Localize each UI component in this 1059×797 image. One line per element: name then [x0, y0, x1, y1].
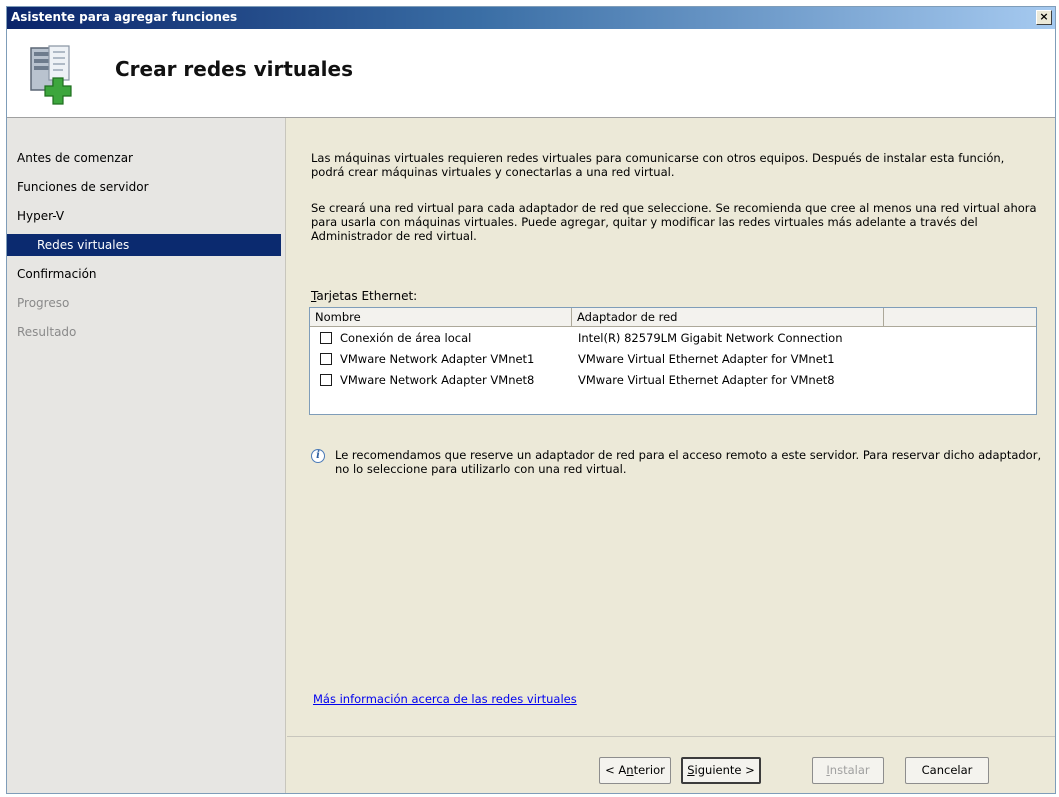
ethernet-cards-label-text: arjetas Ethernet:: [316, 289, 418, 303]
next-access-key: S: [687, 763, 695, 777]
ethernet-cards-list[interactable]: Nombre Adaptador de red Conexión de área…: [309, 307, 1037, 415]
back-button[interactable]: < Anterior: [599, 757, 671, 784]
adapter-name: VMware Network Adapter VMnet8: [340, 373, 535, 387]
wizard-header: Crear redes virtuales: [7, 29, 1055, 118]
next-label-post: iguiente >: [694, 763, 755, 777]
adapter-name: Conexión de área local: [340, 331, 472, 345]
table-row[interactable]: Conexión de área local Intel(R) 82579LM …: [310, 328, 1036, 350]
row-checkbox[interactable]: [320, 353, 332, 365]
back-access-key: n: [626, 763, 634, 777]
wizard-window: Asistente para agregar funciones × Crear…: [6, 6, 1056, 794]
wizard-footer: < Anterior Siguiente > Instalar Cancelar: [287, 736, 1055, 793]
column-header-nombre[interactable]: Nombre: [310, 308, 572, 326]
close-button[interactable]: ×: [1036, 10, 1052, 25]
cancel-button[interactable]: Cancelar: [905, 757, 989, 784]
back-label-pre: < A: [605, 763, 627, 777]
table-row[interactable]: VMware Network Adapter VMnet1 VMware Vir…: [310, 349, 1036, 371]
description-paragraph-1: Las máquinas virtuales requieren redes v…: [311, 151, 1005, 179]
description-paragraph-2: Se creará una red virtual para cada adap…: [311, 201, 1037, 243]
next-button[interactable]: Siguiente >: [681, 757, 761, 784]
row-checkbox[interactable]: [320, 332, 332, 344]
install-label-post: nstalar: [829, 763, 870, 777]
install-button: Instalar: [812, 757, 884, 784]
more-info-link[interactable]: Más información acerca de las redes virt…: [313, 692, 577, 706]
info-text: Le recomendamos que reserve un adaptador…: [335, 448, 1042, 476]
nav-item-antes-de-comenzar[interactable]: Antes de comenzar: [7, 147, 281, 169]
adapter-name: VMware Network Adapter VMnet1: [340, 352, 535, 366]
back-label-post: terior: [633, 763, 665, 777]
nav-item-progreso: Progreso: [17, 296, 70, 310]
page-title: Crear redes virtuales: [115, 57, 353, 81]
nav-item-resultado: Resultado: [17, 325, 77, 339]
info-icon: i: [311, 449, 325, 463]
wizard-nav: Antes de comenzar Funciones de servidor …: [7, 118, 286, 793]
column-header-adaptador[interactable]: Adaptador de red: [572, 308, 884, 326]
window-title: Asistente para agregar funciones: [11, 10, 238, 24]
wizard-content: Las máquinas virtuales requieren redes v…: [287, 118, 1055, 736]
title-bar[interactable]: Asistente para agregar funciones ×: [7, 7, 1055, 29]
list-header: Nombre Adaptador de red: [310, 308, 1036, 327]
server-add-icon: [30, 45, 72, 105]
nav-item-hyper-v[interactable]: Hyper-V: [7, 205, 281, 227]
nav-item-redes-virtuales[interactable]: Redes virtuales: [7, 234, 281, 256]
adapter-device: VMware Virtual Ethernet Adapter for VMne…: [578, 373, 835, 387]
row-checkbox[interactable]: [320, 374, 332, 386]
nav-item-funciones-de-servidor[interactable]: Funciones de servidor: [7, 176, 281, 198]
ethernet-cards-label: Tarjetas Ethernet:: [311, 289, 417, 303]
adapter-device: Intel(R) 82579LM Gigabit Network Connect…: [578, 331, 843, 345]
adapter-device: VMware Virtual Ethernet Adapter for VMne…: [578, 352, 835, 366]
nav-item-confirmacion[interactable]: Confirmación: [7, 263, 281, 285]
table-row[interactable]: VMware Network Adapter VMnet8 VMware Vir…: [310, 370, 1036, 392]
